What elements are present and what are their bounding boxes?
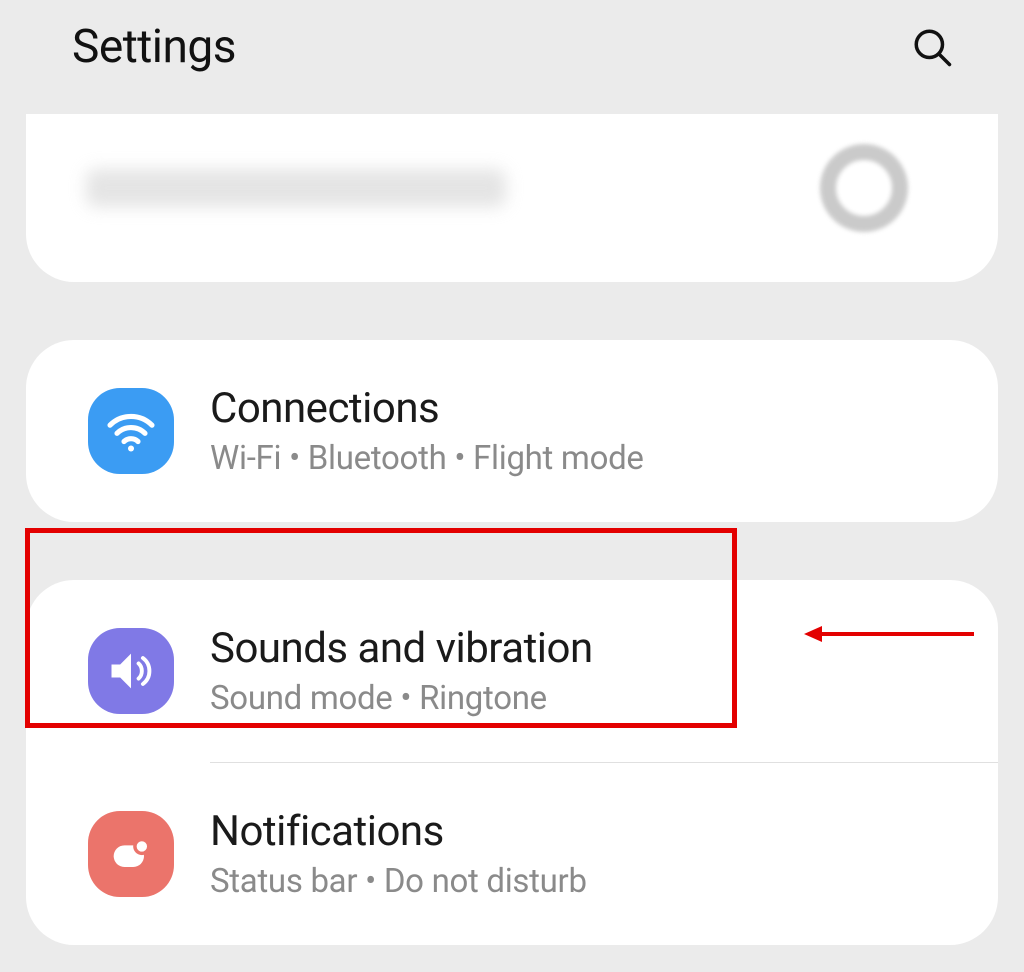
item-subtitle: Sound mode • Ringtone (210, 679, 593, 718)
notification-icon (88, 811, 174, 897)
app-header: Settings (0, 0, 1024, 114)
item-text: Connections Wi-Fi • Bluetooth • Flight m… (210, 384, 644, 478)
search-icon (911, 26, 953, 68)
account-card[interactable] (26, 114, 998, 282)
account-email-blurred (86, 169, 506, 207)
wifi-icon (88, 388, 174, 474)
avatar (820, 144, 908, 232)
settings-item-sounds[interactable]: Sounds and vibration Sound mode • Ringto… (26, 580, 998, 762)
settings-item-notifications[interactable]: Notifications Status bar • Do not distur… (26, 763, 998, 945)
item-text: Sounds and vibration Sound mode • Ringto… (210, 624, 593, 718)
item-subtitle: Wi-Fi • Bluetooth • Flight mode (210, 439, 644, 478)
connections-card: Connections Wi-Fi • Bluetooth • Flight m… (26, 340, 998, 522)
search-button[interactable] (908, 23, 956, 71)
item-text: Notifications Status bar • Do not distur… (210, 807, 587, 901)
item-subtitle: Status bar • Do not disturb (210, 862, 587, 901)
page-title: Settings (72, 20, 236, 74)
sounds-notifications-card: Sounds and vibration Sound mode • Ringto… (26, 580, 998, 945)
item-title: Connections (210, 384, 644, 433)
speaker-icon (88, 628, 174, 714)
item-title: Notifications (210, 807, 587, 856)
item-title: Sounds and vibration (210, 624, 593, 673)
settings-item-connections[interactable]: Connections Wi-Fi • Bluetooth • Flight m… (26, 340, 998, 522)
